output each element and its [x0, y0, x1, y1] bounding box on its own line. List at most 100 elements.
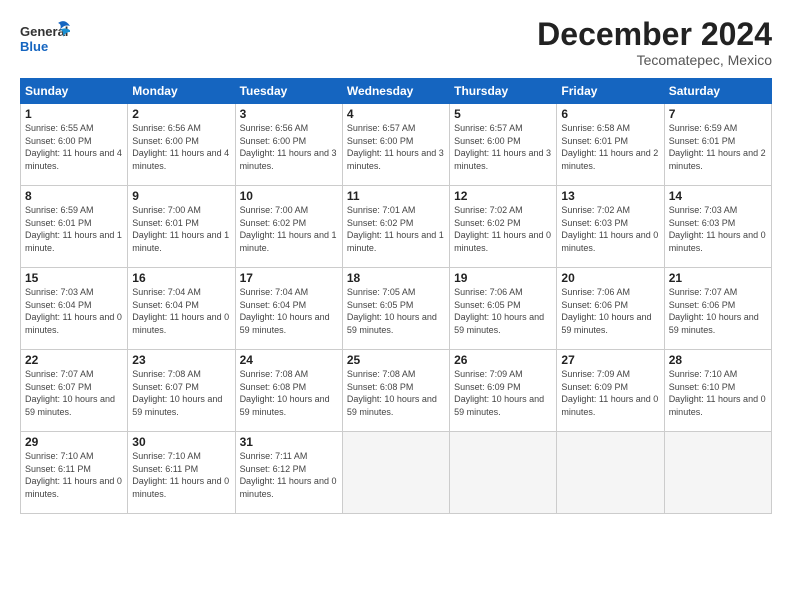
day-number: 21	[669, 271, 767, 285]
day-info: Sunrise: 6:59 AMSunset: 6:01 PMDaylight:…	[25, 204, 123, 254]
day-cell-25: 25 Sunrise: 7:08 AMSunset: 6:08 PMDaylig…	[342, 350, 449, 432]
day-cell-12: 12 Sunrise: 7:02 AMSunset: 6:02 PMDaylig…	[450, 186, 557, 268]
day-cell-20: 20 Sunrise: 7:06 AMSunset: 6:06 PMDaylig…	[557, 268, 664, 350]
day-cell-8: 8 Sunrise: 6:59 AMSunset: 6:01 PMDayligh…	[21, 186, 128, 268]
day-cell-14: 14 Sunrise: 7:03 AMSunset: 6:03 PMDaylig…	[664, 186, 771, 268]
day-number: 8	[25, 189, 123, 203]
header-sunday: Sunday	[21, 79, 128, 104]
day-number: 18	[347, 271, 445, 285]
day-info: Sunrise: 7:04 AMSunset: 6:04 PMDaylight:…	[132, 286, 230, 336]
header-thursday: Thursday	[450, 79, 557, 104]
day-cell-4: 4 Sunrise: 6:57 AMSunset: 6:00 PMDayligh…	[342, 104, 449, 186]
day-info: Sunrise: 6:57 AMSunset: 6:00 PMDaylight:…	[347, 122, 445, 172]
day-number: 20	[561, 271, 659, 285]
day-info: Sunrise: 7:05 AMSunset: 6:05 PMDaylight:…	[347, 286, 445, 336]
day-cell-21: 21 Sunrise: 7:07 AMSunset: 6:06 PMDaylig…	[664, 268, 771, 350]
day-number: 28	[669, 353, 767, 367]
month-title: December 2024	[537, 18, 772, 50]
empty-cell	[450, 432, 557, 514]
day-info: Sunrise: 7:08 AMSunset: 6:08 PMDaylight:…	[347, 368, 445, 418]
day-info: Sunrise: 7:10 AMSunset: 6:11 PMDaylight:…	[132, 450, 230, 500]
day-number: 4	[347, 107, 445, 121]
logo-icon: General Blue	[20, 18, 70, 58]
day-cell-10: 10 Sunrise: 7:00 AMSunset: 6:02 PMDaylig…	[235, 186, 342, 268]
day-cell-7: 7 Sunrise: 6:59 AMSunset: 6:01 PMDayligh…	[664, 104, 771, 186]
day-cell-19: 19 Sunrise: 7:06 AMSunset: 6:05 PMDaylig…	[450, 268, 557, 350]
day-number: 30	[132, 435, 230, 449]
day-info: Sunrise: 7:06 AMSunset: 6:06 PMDaylight:…	[561, 286, 659, 336]
day-info: Sunrise: 6:56 AMSunset: 6:00 PMDaylight:…	[132, 122, 230, 172]
day-cell-30: 30 Sunrise: 7:10 AMSunset: 6:11 PMDaylig…	[128, 432, 235, 514]
day-info: Sunrise: 6:56 AMSunset: 6:00 PMDaylight:…	[240, 122, 338, 172]
weekday-header-row: Sunday Monday Tuesday Wednesday Thursday…	[21, 79, 772, 104]
day-number: 13	[561, 189, 659, 203]
day-number: 24	[240, 353, 338, 367]
day-info: Sunrise: 7:08 AMSunset: 6:07 PMDaylight:…	[132, 368, 230, 418]
svg-text:Blue: Blue	[20, 39, 48, 54]
day-cell-31: 31 Sunrise: 7:11 AMSunset: 6:12 PMDaylig…	[235, 432, 342, 514]
day-cell-17: 17 Sunrise: 7:04 AMSunset: 6:04 PMDaylig…	[235, 268, 342, 350]
day-cell-5: 5 Sunrise: 6:57 AMSunset: 6:00 PMDayligh…	[450, 104, 557, 186]
empty-cell	[664, 432, 771, 514]
day-info: Sunrise: 7:03 AMSunset: 6:04 PMDaylight:…	[25, 286, 123, 336]
day-number: 3	[240, 107, 338, 121]
day-number: 5	[454, 107, 552, 121]
day-cell-6: 6 Sunrise: 6:58 AMSunset: 6:01 PMDayligh…	[557, 104, 664, 186]
day-info: Sunrise: 7:01 AMSunset: 6:02 PMDaylight:…	[347, 204, 445, 254]
day-number: 15	[25, 271, 123, 285]
location: Tecomatepec, Mexico	[537, 52, 772, 68]
day-cell-2: 2 Sunrise: 6:56 AMSunset: 6:00 PMDayligh…	[128, 104, 235, 186]
day-number: 2	[132, 107, 230, 121]
day-number: 19	[454, 271, 552, 285]
day-number: 22	[25, 353, 123, 367]
day-info: Sunrise: 7:10 AMSunset: 6:11 PMDaylight:…	[25, 450, 123, 500]
day-cell-15: 15 Sunrise: 7:03 AMSunset: 6:04 PMDaylig…	[21, 268, 128, 350]
day-cell-13: 13 Sunrise: 7:02 AMSunset: 6:03 PMDaylig…	[557, 186, 664, 268]
day-info: Sunrise: 6:55 AMSunset: 6:00 PMDaylight:…	[25, 122, 123, 172]
day-info: Sunrise: 7:06 AMSunset: 6:05 PMDaylight:…	[454, 286, 552, 336]
logo: General Blue	[20, 18, 70, 63]
day-info: Sunrise: 7:00 AMSunset: 6:01 PMDaylight:…	[132, 204, 230, 254]
day-info: Sunrise: 7:08 AMSunset: 6:08 PMDaylight:…	[240, 368, 338, 418]
day-info: Sunrise: 7:09 AMSunset: 6:09 PMDaylight:…	[561, 368, 659, 418]
day-info: Sunrise: 7:02 AMSunset: 6:03 PMDaylight:…	[561, 204, 659, 254]
empty-cell	[342, 432, 449, 514]
header: General Blue December 2024 Tecomatepec, …	[20, 18, 772, 68]
day-number: 11	[347, 189, 445, 203]
day-number: 7	[669, 107, 767, 121]
day-cell-18: 18 Sunrise: 7:05 AMSunset: 6:05 PMDaylig…	[342, 268, 449, 350]
day-number: 14	[669, 189, 767, 203]
title-block: December 2024 Tecomatepec, Mexico	[537, 18, 772, 68]
calendar-row: 1 Sunrise: 6:55 AMSunset: 6:00 PMDayligh…	[21, 104, 772, 186]
day-info: Sunrise: 7:03 AMSunset: 6:03 PMDaylight:…	[669, 204, 767, 254]
day-number: 26	[454, 353, 552, 367]
day-info: Sunrise: 7:11 AMSunset: 6:12 PMDaylight:…	[240, 450, 338, 500]
header-tuesday: Tuesday	[235, 79, 342, 104]
day-cell-22: 22 Sunrise: 7:07 AMSunset: 6:07 PMDaylig…	[21, 350, 128, 432]
day-number: 17	[240, 271, 338, 285]
day-number: 29	[25, 435, 123, 449]
day-number: 6	[561, 107, 659, 121]
day-number: 10	[240, 189, 338, 203]
day-number: 9	[132, 189, 230, 203]
calendar-row: 22 Sunrise: 7:07 AMSunset: 6:07 PMDaylig…	[21, 350, 772, 432]
day-number: 12	[454, 189, 552, 203]
day-cell-1: 1 Sunrise: 6:55 AMSunset: 6:00 PMDayligh…	[21, 104, 128, 186]
day-cell-27: 27 Sunrise: 7:09 AMSunset: 6:09 PMDaylig…	[557, 350, 664, 432]
day-number: 23	[132, 353, 230, 367]
empty-cell	[557, 432, 664, 514]
day-number: 25	[347, 353, 445, 367]
calendar-row: 15 Sunrise: 7:03 AMSunset: 6:04 PMDaylig…	[21, 268, 772, 350]
day-cell-23: 23 Sunrise: 7:08 AMSunset: 6:07 PMDaylig…	[128, 350, 235, 432]
calendar-body: 1 Sunrise: 6:55 AMSunset: 6:00 PMDayligh…	[21, 104, 772, 514]
day-info: Sunrise: 7:10 AMSunset: 6:10 PMDaylight:…	[669, 368, 767, 418]
day-cell-3: 3 Sunrise: 6:56 AMSunset: 6:00 PMDayligh…	[235, 104, 342, 186]
day-info: Sunrise: 6:57 AMSunset: 6:00 PMDaylight:…	[454, 122, 552, 172]
day-number: 16	[132, 271, 230, 285]
day-info: Sunrise: 6:58 AMSunset: 6:01 PMDaylight:…	[561, 122, 659, 172]
day-info: Sunrise: 7:07 AMSunset: 6:06 PMDaylight:…	[669, 286, 767, 336]
day-number: 27	[561, 353, 659, 367]
day-cell-11: 11 Sunrise: 7:01 AMSunset: 6:02 PMDaylig…	[342, 186, 449, 268]
day-number: 31	[240, 435, 338, 449]
day-cell-24: 24 Sunrise: 7:08 AMSunset: 6:08 PMDaylig…	[235, 350, 342, 432]
